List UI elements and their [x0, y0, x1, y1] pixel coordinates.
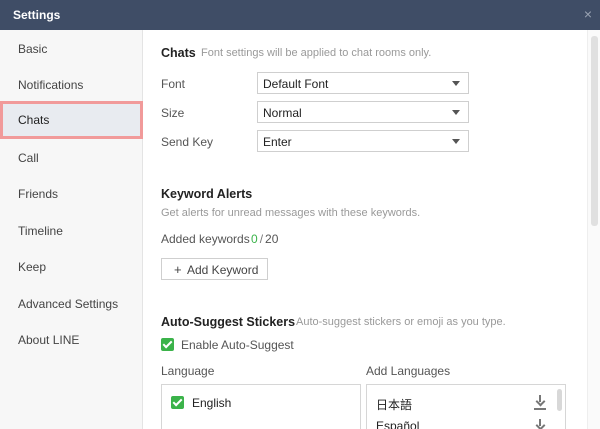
font-select[interactable]: Default Font [257, 72, 469, 94]
download-icon[interactable] [534, 419, 546, 429]
send-key-select-value: Enter [263, 135, 292, 149]
chats-section-subtitle: Font settings will be applied to chat ro… [201, 47, 432, 59]
window-title: Settings [13, 8, 61, 22]
sidebar-item-advanced-settings[interactable]: Advanced Settings [0, 288, 143, 320]
sidebar-item-label: Timeline [18, 224, 63, 238]
chevron-down-icon [452, 81, 460, 86]
add-languages-header: Add Languages [366, 364, 451, 378]
language-english-label: English [192, 396, 232, 410]
sidebar-item-timeline[interactable]: Timeline [0, 215, 143, 247]
language-english-checkbox[interactable] [171, 396, 184, 409]
content-scrollbar[interactable] [587, 30, 600, 429]
language-header: Language [161, 364, 215, 378]
settings-panel: Chats Font settings will be applied to c… [144, 30, 600, 429]
sidebar-item-label: Notifications [18, 78, 84, 92]
added-keywords-label: Added keywords [161, 232, 250, 246]
languages-scrollbar[interactable] [557, 389, 562, 411]
added-count: 0 [251, 232, 258, 246]
sidebar-item-label: About LINE [18, 333, 80, 347]
title-bar: Settings × [0, 0, 600, 30]
sidebar-item-friends[interactable]: Friends [0, 178, 143, 210]
sidebar-item-keep[interactable]: Keep [0, 251, 143, 283]
available-languages-list: 日本語 Español [366, 384, 566, 429]
content-scrollbar-thumb[interactable] [591, 36, 598, 226]
chevron-down-icon [452, 110, 460, 115]
enable-auto-suggest-label: Enable Auto-Suggest [181, 338, 294, 352]
language-japanese-label: 日本語 [376, 398, 413, 412]
sidebar-item-chats[interactable]: Chats [0, 101, 143, 139]
plus-icon: + [174, 262, 182, 277]
sidebar-item-basic[interactable]: Basic [0, 33, 143, 65]
sidebar-item-call[interactable]: Call [0, 142, 143, 174]
size-label: Size [161, 106, 185, 120]
close-icon[interactable]: × [584, 6, 592, 22]
max-count: 20 [265, 232, 279, 246]
count-separator: / [259, 232, 264, 246]
enable-auto-suggest-checkbox[interactable] [161, 338, 174, 351]
download-icon-base [534, 408, 546, 410]
send-key-label: Send Key [161, 135, 214, 149]
font-select-value: Default Font [263, 77, 329, 91]
keyword-alerts-subtitle: Get alerts for unread messages with thes… [161, 207, 421, 219]
sidebar-item-label: Basic [18, 42, 48, 56]
sidebar-item-label: Advanced Settings [18, 297, 119, 311]
keyword-alerts-title: Keyword Alerts [161, 187, 253, 201]
size-select-value: Normal [263, 106, 302, 120]
added-keywords-count: 0/20 [251, 232, 278, 246]
download-icon[interactable] [534, 395, 546, 407]
sidebar-item-about-line[interactable]: About LINE [0, 324, 143, 356]
font-label: Font [161, 77, 186, 91]
chevron-down-icon [452, 139, 460, 144]
language-spanish-label: Español [376, 419, 420, 429]
sidebar-item-label: Call [18, 151, 39, 165]
sidebar: Basic Notifications Chats Call Friends T… [0, 30, 143, 429]
sidebar-item-label: Chats [18, 113, 50, 127]
chats-section-title: Chats [161, 46, 196, 60]
auto-suggest-title: Auto-Suggest Stickers [161, 315, 296, 329]
add-keyword-button[interactable]: + Add Keyword [161, 258, 268, 280]
sidebar-item-label: Friends [18, 187, 59, 201]
selected-languages-list: English [161, 384, 361, 429]
size-select[interactable]: Normal [257, 101, 469, 123]
send-key-select[interactable]: Enter [257, 130, 469, 152]
add-keyword-label: Add Keyword [187, 263, 259, 277]
auto-suggest-subtitle: Auto-suggest stickers or emoji as you ty… [296, 316, 506, 328]
sidebar-item-label: Keep [18, 260, 47, 274]
sidebar-item-notifications[interactable]: Notifications [0, 69, 143, 101]
